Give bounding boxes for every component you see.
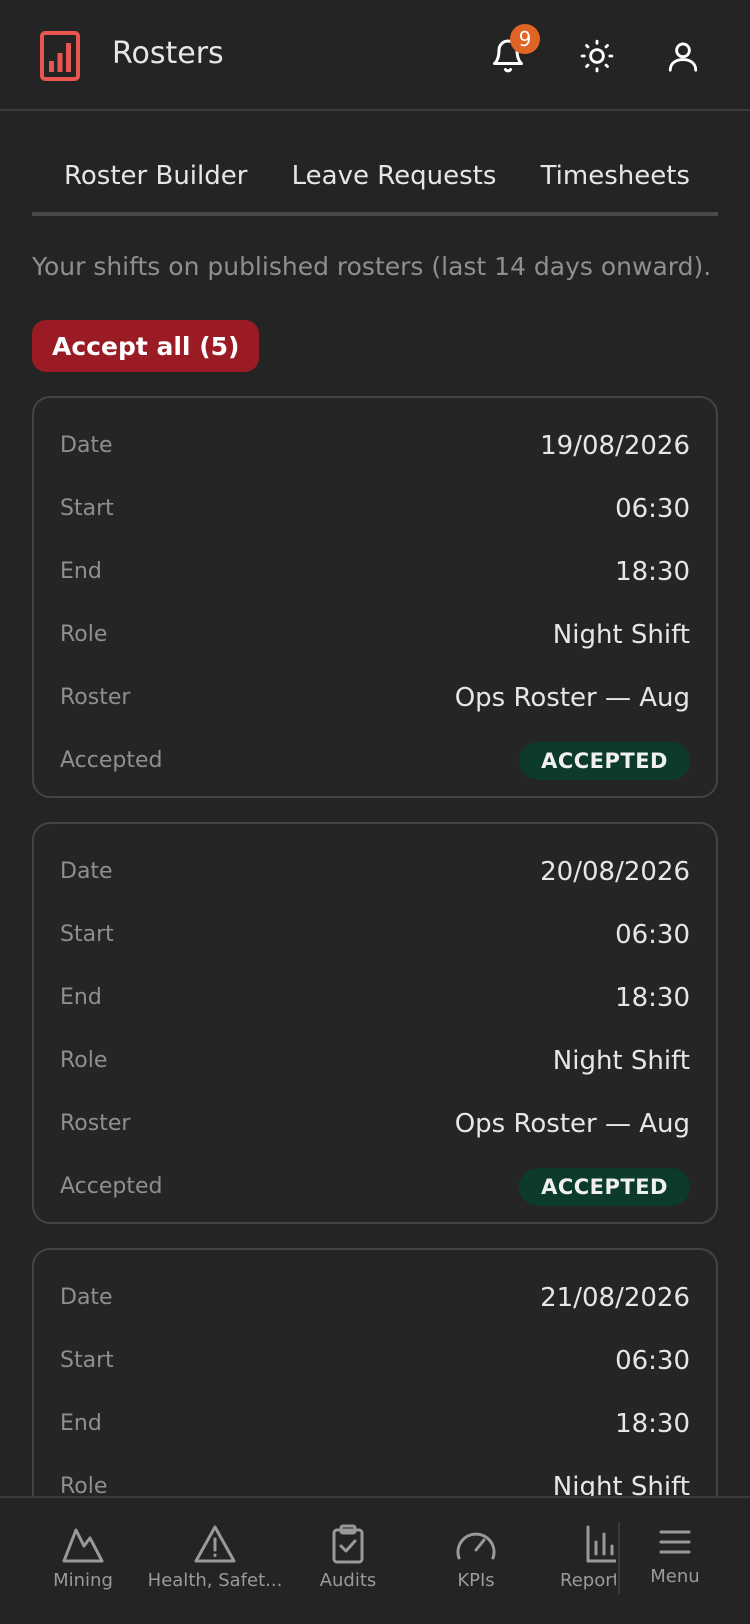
nav-label: Health, Safet... — [147, 1570, 283, 1591]
shift-date: 19/08/2026 — [540, 430, 690, 461]
shift-end: 18:30 — [615, 556, 690, 587]
sun-icon — [580, 39, 614, 73]
top-header: Rosters 9 — [0, 0, 750, 111]
shift-list[interactable]: Date 19/08/2026 Start 06:30 End 18:30 Role N… — [32, 396, 718, 1624]
nav-label: Mining — [53, 1570, 113, 1591]
clipboard-check-icon — [332, 1524, 364, 1564]
shift-end: 18:30 — [615, 1408, 690, 1439]
field-label: Start — [60, 1348, 114, 1373]
shift-date-row: Date 20/08/2026 — [60, 840, 690, 903]
nav-menu[interactable]: Menu — [620, 1524, 730, 1587]
bar-chart-icon — [586, 1525, 616, 1563]
field-label: Role — [60, 1048, 108, 1073]
field-label: End — [60, 985, 102, 1010]
shift-date-row: Date 21/08/2026 — [60, 1266, 690, 1329]
accepted-status-badge: ACCEPTED — [519, 741, 690, 780]
field-label: Roster — [60, 685, 131, 710]
shift-start: 06:30 — [615, 493, 690, 524]
shift-end-row: End 18:30 — [60, 1392, 690, 1455]
tab-timesheets[interactable]: Timesheets — [541, 161, 690, 191]
shift-card: Date 20/08/2026 Start 06:30 End 18:30 Role N… — [32, 822, 718, 1224]
shift-end: 18:30 — [615, 982, 690, 1013]
field-label: Start — [60, 496, 114, 521]
field-label: Role — [60, 622, 108, 647]
field-label: Date — [60, 433, 113, 458]
tab-leave-requests[interactable]: Leave Requests — [292, 161, 497, 191]
mountain-icon — [62, 1528, 104, 1563]
shift-role-row: Role Night Shift — [60, 1029, 690, 1092]
profile-button[interactable] — [661, 34, 705, 78]
field-label: End — [60, 1411, 102, 1436]
accepted-status-badge: ACCEPTED — [519, 1167, 690, 1206]
field-label: End — [60, 559, 102, 584]
nav-label: Report — [560, 1570, 616, 1591]
hamburger-icon — [659, 1530, 691, 1554]
warning-icon — [194, 1525, 236, 1563]
shift-date: 20/08/2026 — [540, 856, 690, 887]
field-label: Date — [60, 859, 113, 884]
field-label: Start — [60, 922, 114, 947]
shift-date: 21/08/2026 — [540, 1282, 690, 1313]
bottom-nav: Mining Health, Safet... Audits KPIs Repo… — [0, 1496, 750, 1624]
field-label: Roster — [60, 1111, 131, 1136]
app-root: Rosters 9 Roster Builder Leave Requests … — [0, 0, 750, 1624]
shift-roster-row: Roster Ops Roster — Aug — [60, 1092, 690, 1155]
shift-roster-row: Roster Ops Roster — Aug — [60, 666, 690, 729]
accept-all-button[interactable]: Accept all (5) — [32, 320, 260, 372]
shift-date-row: Date 19/08/2026 — [60, 414, 690, 477]
theme-toggle-button[interactable] — [575, 34, 619, 78]
shift-start-row: Start 06:30 — [60, 1329, 690, 1392]
page-title: Rosters — [112, 36, 224, 71]
shift-card: Date 19/08/2026 Start 06:30 End 18:30 Role N… — [32, 396, 718, 798]
tab-roster-builder[interactable]: Roster Builder — [64, 161, 247, 191]
gauge-icon — [456, 1532, 496, 1560]
shift-accepted-row: Accepted ACCEPTED — [60, 729, 690, 792]
shift-start: 06:30 — [615, 919, 690, 950]
shift-accepted-row: Accepted ACCEPTED — [60, 1155, 690, 1218]
shift-role: Night Shift — [552, 1045, 690, 1076]
app-logo-icon[interactable] — [40, 31, 80, 81]
nav-health-safety[interactable]: Health, Safet... — [140, 1524, 290, 1591]
roster-tabs: Roster Builder Leave Requests Timesheets — [32, 150, 718, 216]
shift-roster: Ops Roster — Aug — [454, 682, 690, 713]
shift-end-row: End 18:30 — [60, 966, 690, 1029]
nav-label: Menu — [650, 1566, 700, 1587]
field-label: Date — [60, 1285, 113, 1310]
shift-roster: Ops Roster — Aug — [454, 1108, 690, 1139]
nav-mining[interactable]: Mining — [8, 1524, 158, 1591]
notification-count-badge: 9 — [510, 24, 540, 54]
shift-start-row: Start 06:30 — [60, 903, 690, 966]
shift-end-row: End 18:30 — [60, 540, 690, 603]
shift-role-row: Role Night Shift — [60, 603, 690, 666]
shift-role: Night Shift — [552, 619, 690, 650]
field-label: Accepted — [60, 1174, 163, 1199]
nav-report[interactable]: Report — [528, 1524, 616, 1591]
field-label: Accepted — [60, 748, 163, 773]
shift-start-row: Start 06:30 — [60, 477, 690, 540]
shifts-intro-text: Your shifts on published rosters (last 1… — [32, 252, 712, 281]
user-icon — [668, 42, 698, 72]
shift-start: 06:30 — [615, 1345, 690, 1376]
